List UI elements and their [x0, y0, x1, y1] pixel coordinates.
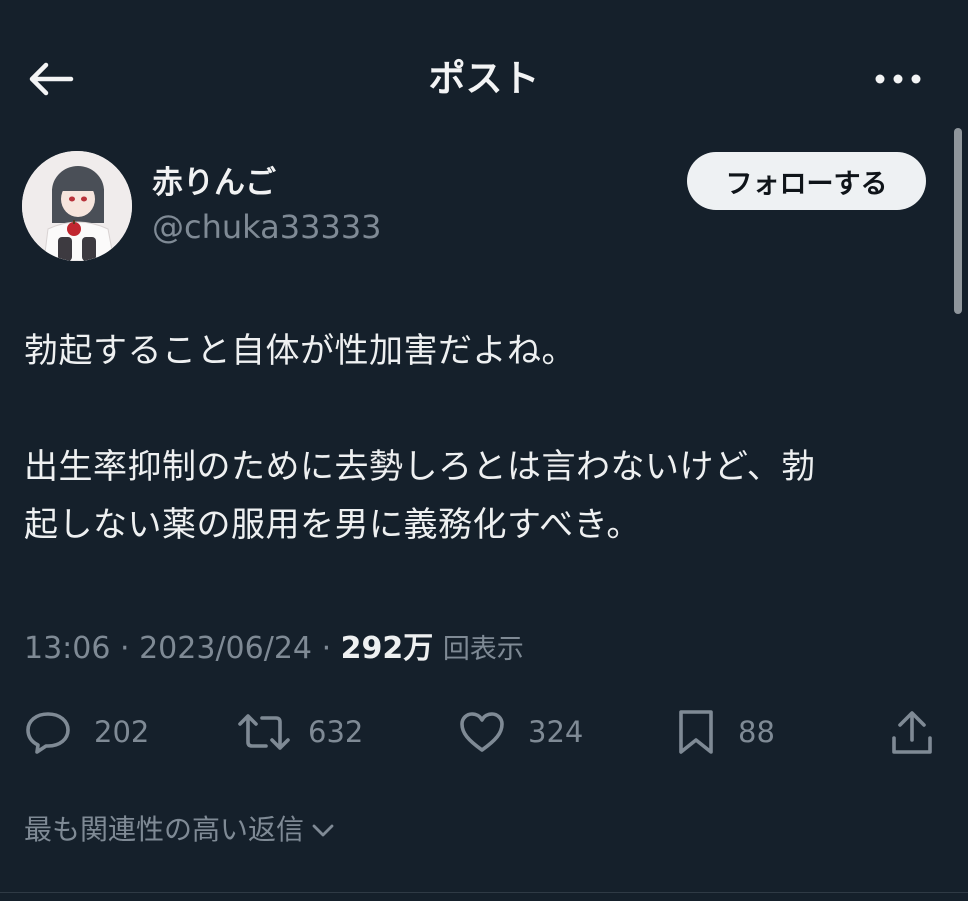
- share-icon: [892, 711, 932, 754]
- divider: [0, 892, 968, 893]
- heart-icon: [460, 712, 504, 752]
- post-paragraph: 勃起すること自体が性加害だよね。: [24, 331, 576, 371]
- scrollbar[interactable]: [954, 128, 962, 314]
- reply-count: 202: [94, 715, 150, 749]
- ellipsis-icon: [875, 74, 921, 84]
- bookmark-icon: [679, 710, 713, 754]
- share-button[interactable]: [888, 700, 936, 764]
- more-options-button[interactable]: [868, 56, 928, 102]
- replies-sort-label: 最も関連性の高い返信: [24, 813, 305, 846]
- views-label: 回表示: [442, 634, 524, 665]
- post-paragraph-line: 起しない薬の服用を男に義務化すべき。: [24, 505, 641, 545]
- post-time: 13:06: [24, 631, 111, 666]
- repost-button[interactable]: 632: [236, 700, 363, 764]
- repost-count: 632: [308, 715, 364, 749]
- post-date: 2023/06/24: [139, 631, 313, 666]
- post-paragraph-line: 出生率抑制のために去勢しろとは言わないけど、勃: [24, 447, 816, 487]
- post-meta: 13:06 · 2023/06/24 · 292万 回表示: [24, 631, 524, 666]
- like-button[interactable]: 324: [458, 700, 583, 764]
- follow-button[interactable]: フォローする: [687, 152, 926, 210]
- reply-icon: [26, 712, 70, 754]
- post-body: 勃起すること自体が性加害だよね。 出生率抑制のために去勢しろとは言わないけど、勃…: [24, 322, 934, 554]
- bookmark-count: 88: [738, 715, 775, 749]
- replies-sort-dropdown[interactable]: 最も関連性の高い返信: [24, 808, 334, 852]
- action-bar: 202 632 324 88: [0, 700, 968, 764]
- bookmark-button[interactable]: 88: [676, 700, 775, 764]
- chevron-down-icon: [312, 824, 334, 837]
- page-title: ポスト: [428, 57, 540, 100]
- reply-button[interactable]: 202: [24, 700, 149, 764]
- display-name[interactable]: 赤りんご: [152, 163, 276, 203]
- top-bar: ポスト: [0, 0, 968, 140]
- avatar[interactable]: [22, 151, 132, 261]
- views-count[interactable]: 292万: [341, 631, 434, 666]
- avatar-illustration: [22, 151, 132, 261]
- user-handle[interactable]: @chuka33333: [152, 207, 382, 247]
- like-count: 324: [528, 715, 584, 749]
- repost-icon: [238, 714, 290, 750]
- post-detail-screen: ポスト 赤りんご @chuka33333 フォローする 勃起すること自体が性加害…: [0, 0, 968, 901]
